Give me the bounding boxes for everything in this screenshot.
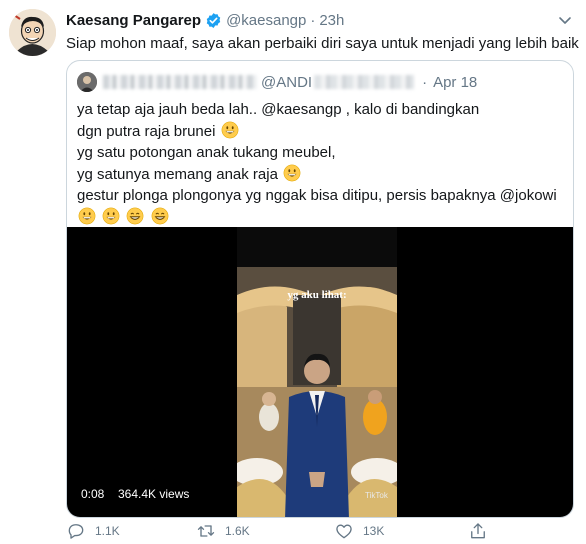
quoted-author-name-blurred bbox=[103, 75, 257, 89]
grinning-face-icon bbox=[283, 164, 301, 182]
beaming-face-icon bbox=[126, 207, 144, 225]
share-icon bbox=[471, 523, 485, 539]
quoted-text-line-content: ya tetap aja jauh beda lah.. @kaesangp ,… bbox=[77, 101, 480, 118]
quoted-tweet-header: @ANDI · Apr 18 bbox=[77, 71, 477, 93]
tweet[interactable]: Kaesang Pangarep @kaesangp · 23h Siap mo… bbox=[0, 0, 586, 544]
grinning-face-icon bbox=[78, 207, 96, 225]
video-player[interactable]: yg aku lihat: TikTok 0:08 364.4K views bbox=[67, 227, 573, 517]
grinning-face-icon bbox=[102, 207, 120, 225]
quoted-tweet-timestamp[interactable]: Apr 18 bbox=[433, 74, 477, 91]
grinning-face-icon bbox=[221, 121, 239, 139]
quoted-text-line-content: yg satu potongan anak tukang meubel, bbox=[77, 144, 336, 161]
quoted-tweet[interactable]: @ANDI · Apr 18 ya tetap aja jauh beda la… bbox=[66, 60, 574, 518]
beaming-face-icon bbox=[151, 207, 169, 225]
quoted-text-line: gestur plonga plongonya yg nggak bisa di… bbox=[77, 185, 563, 207]
retweet-button[interactable]: 1.6K bbox=[196, 521, 250, 541]
quoted-text-line-content: dgn putra raja brunei bbox=[77, 122, 220, 140]
author-handle[interactable]: @kaesangp bbox=[226, 12, 306, 29]
quoted-author-avatar[interactable] bbox=[77, 72, 97, 92]
verified-badge-icon bbox=[205, 12, 222, 29]
chevron-down-icon[interactable] bbox=[557, 12, 573, 28]
tweet-actions: 1.1K 1.6K 13K bbox=[66, 520, 506, 544]
tweet-timestamp[interactable]: 23h bbox=[319, 12, 344, 29]
reply-button[interactable]: 1.1K bbox=[66, 521, 120, 541]
quoted-tweet-text: ya tetap aja jauh beda lah.. @kaesangp ,… bbox=[77, 99, 563, 228]
quoted-text-line-content: yg satunya memang anak raja bbox=[77, 165, 283, 183]
video-duration: 0:08 bbox=[81, 487, 105, 501]
like-icon bbox=[336, 524, 352, 539]
quoted-text-line: dgn putra raja brunei bbox=[77, 121, 563, 143]
reply-count: 1.1K bbox=[95, 524, 120, 538]
like-button[interactable]: 13K bbox=[334, 521, 384, 541]
quoted-text-line-content: gestur plonga plongonya yg nggak bisa di… bbox=[77, 187, 557, 204]
header-separator: · bbox=[310, 11, 316, 29]
author-name[interactable]: Kaesang Pangarep bbox=[66, 12, 201, 29]
quoted-text-line: yg satunya memang anak raja bbox=[77, 164, 563, 186]
video-frame-top bbox=[237, 227, 397, 267]
like-count: 13K bbox=[363, 524, 385, 538]
quoted-text-line: yg satu potongan anak tukang meubel, bbox=[77, 142, 563, 164]
author-avatar[interactable] bbox=[9, 9, 56, 56]
quoted-author-handle-blurred bbox=[314, 75, 415, 89]
video-watermark: TikTok bbox=[365, 491, 388, 500]
video-frame: yg aku lihat: TikTok bbox=[237, 267, 397, 517]
share-button[interactable] bbox=[468, 521, 497, 541]
quoted-header-separator: · bbox=[422, 73, 428, 91]
reply-icon bbox=[68, 524, 84, 539]
quoted-text-line bbox=[77, 207, 563, 229]
video-overlay-text: yg aku lihat: bbox=[287, 289, 347, 301]
quoted-author-handle[interactable]: @ANDI bbox=[261, 74, 312, 91]
tweet-text: Siap mohon maaf, saya akan perbaiki diri… bbox=[66, 35, 579, 52]
retweet-icon bbox=[197, 525, 215, 537]
retweet-count: 1.6K bbox=[225, 524, 250, 538]
tweet-header: Kaesang Pangarep @kaesangp · 23h bbox=[66, 9, 344, 31]
video-views: 364.4K views bbox=[118, 487, 190, 501]
quoted-text-line: ya tetap aja jauh beda lah.. @kaesangp ,… bbox=[77, 99, 563, 121]
